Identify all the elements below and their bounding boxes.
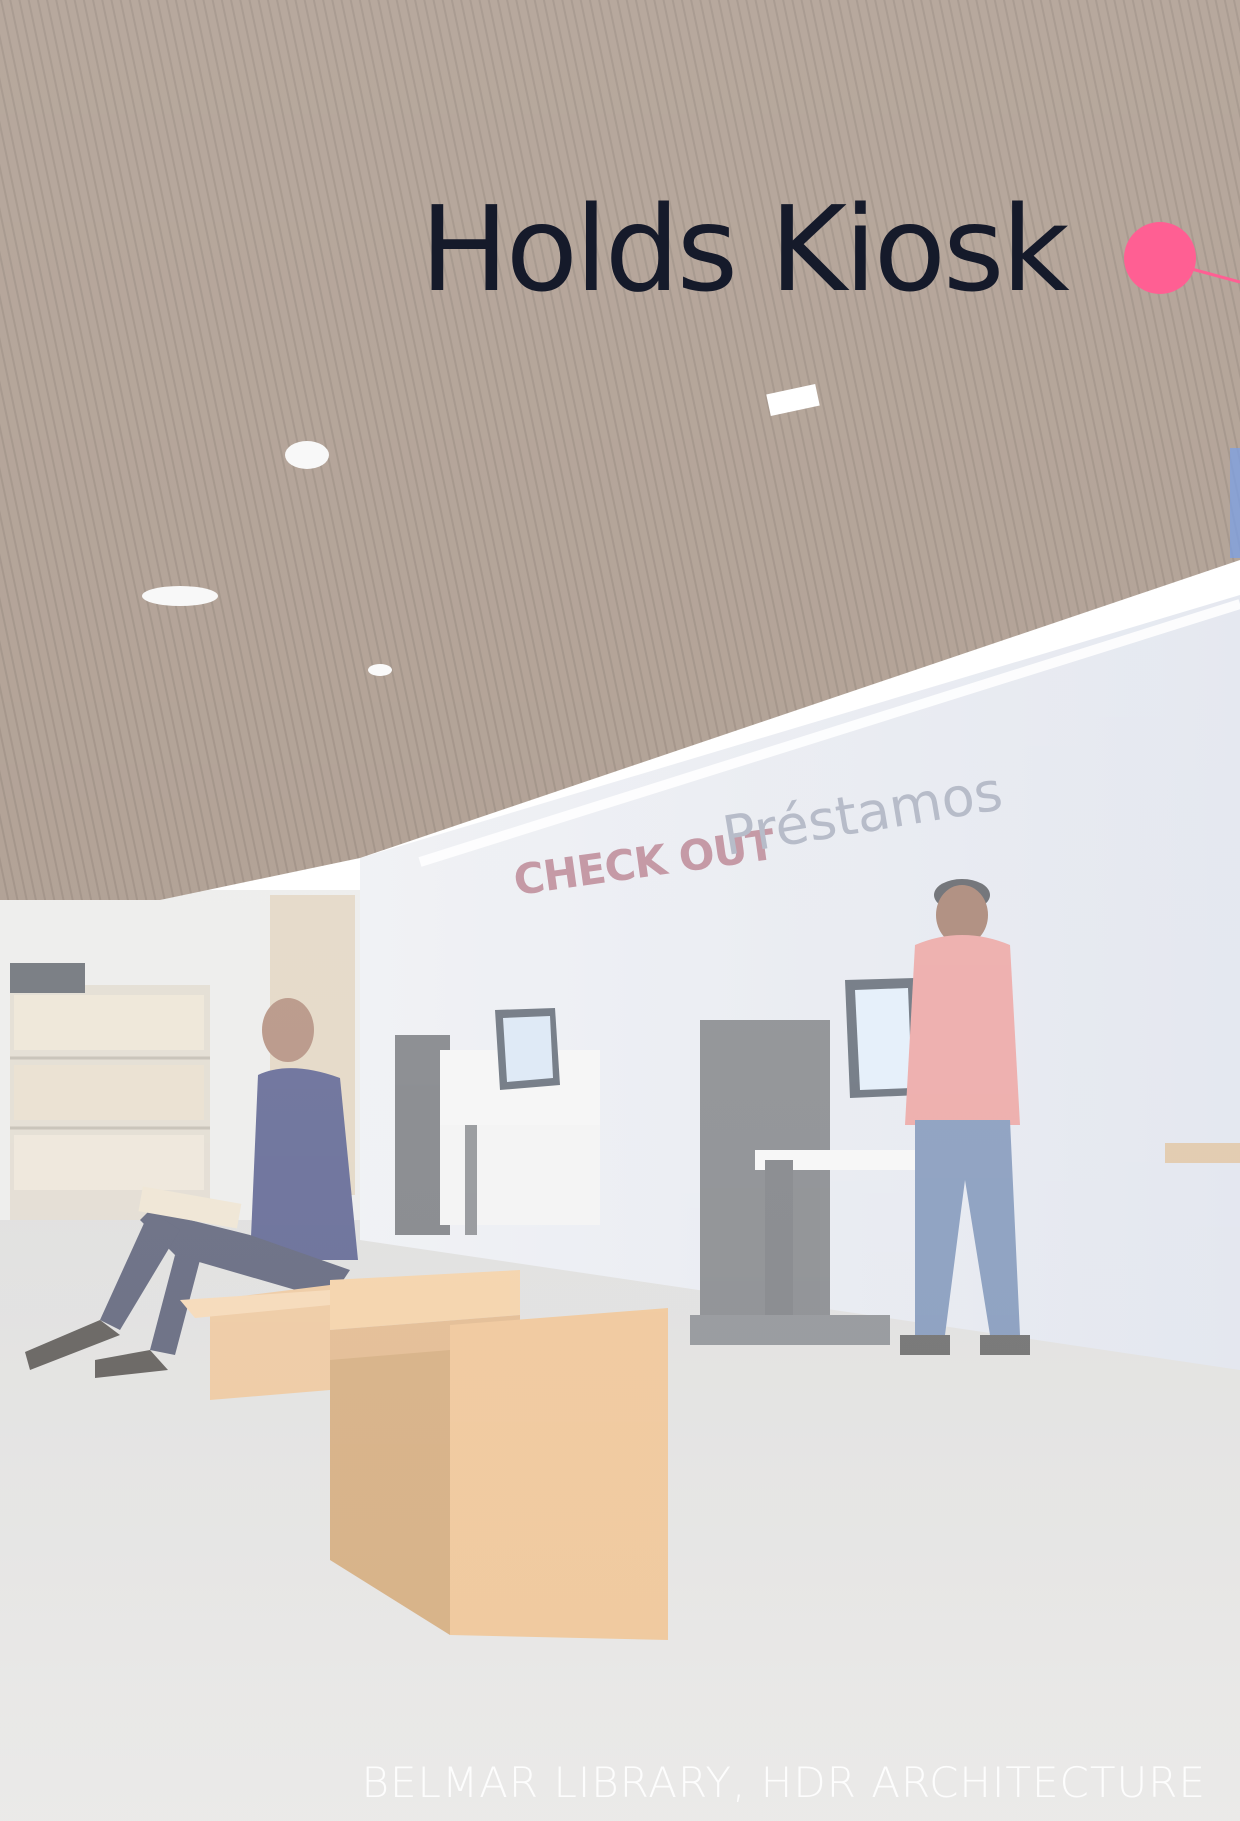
page-title: Holds Kiosk	[420, 180, 1070, 318]
pink-dot-icon	[1124, 222, 1196, 294]
photo-credit: BELMAR LIBRARY, HDR ARCHITECTURE	[361, 1758, 1206, 1807]
library-photo: CHECK OUT Préstamos Holds Kiosk BELMAR L…	[0, 0, 1240, 1821]
